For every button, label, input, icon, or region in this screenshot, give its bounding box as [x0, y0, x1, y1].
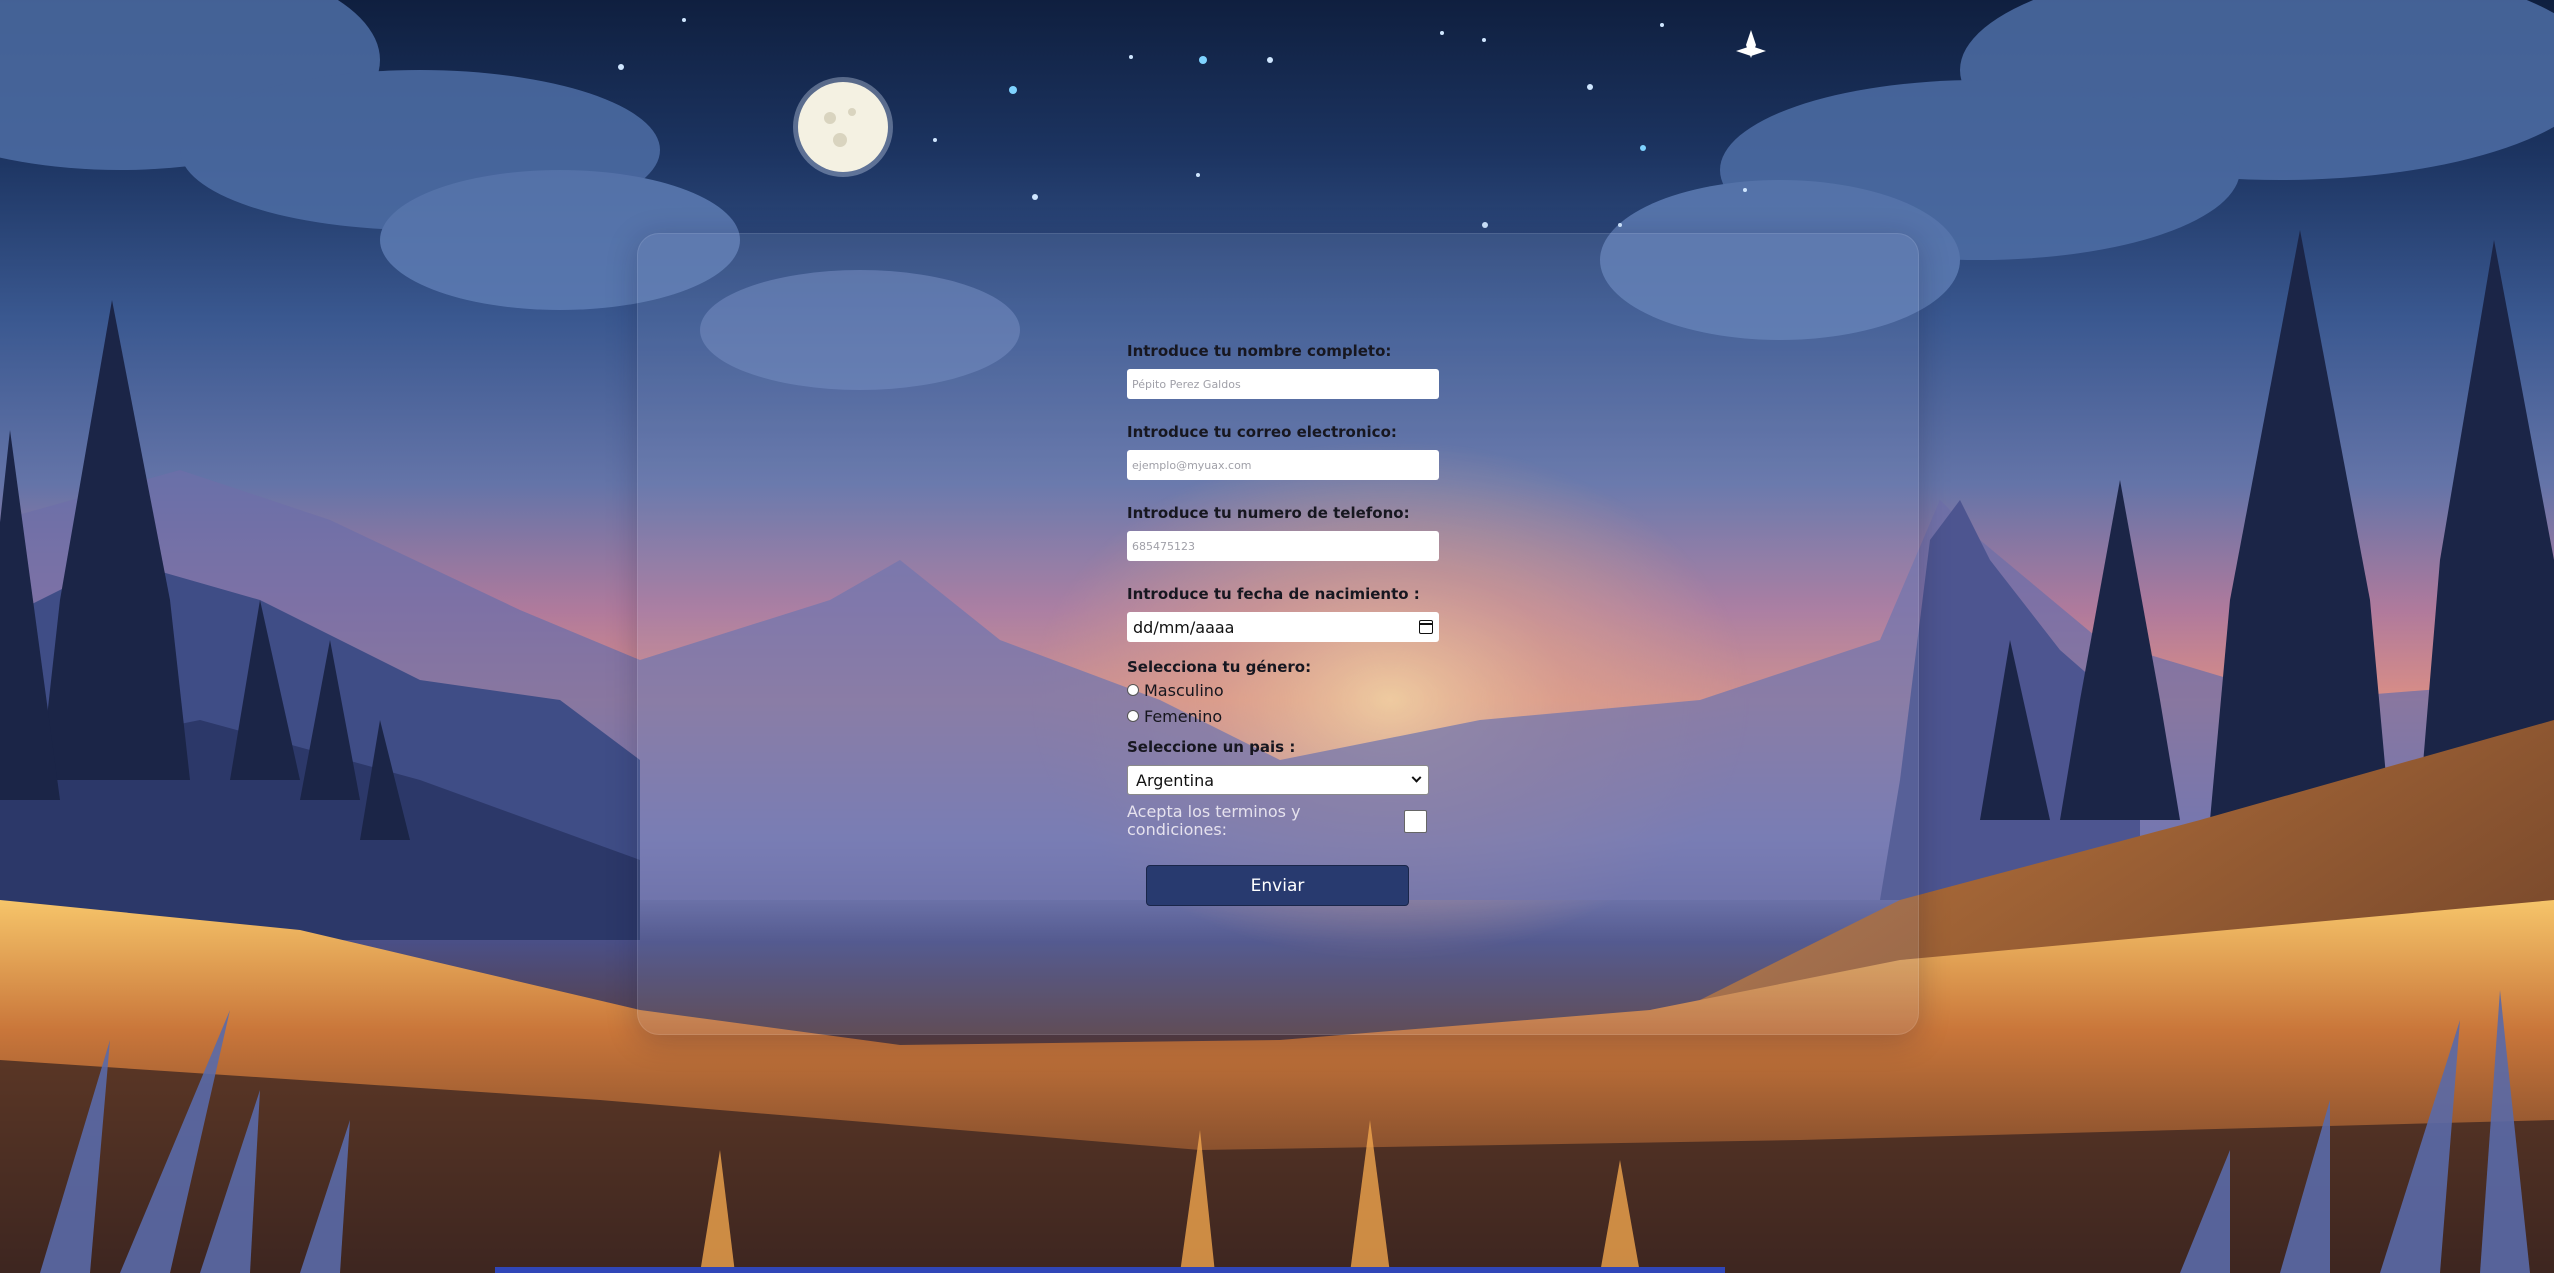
- country-selected-value: Argentina: [1136, 770, 1215, 790]
- moon: [793, 77, 893, 177]
- sparkle: [1736, 30, 1766, 58]
- phone-label: Introduce tu numero de telefono:: [1127, 504, 1410, 522]
- birthdate-value: dd/mm/aaaa: [1133, 617, 1235, 637]
- calendar-icon[interactable]: [1419, 620, 1433, 634]
- chevron-down-icon: [1411, 772, 1422, 783]
- gender-option-masculino[interactable]: Masculino: [1127, 677, 1439, 703]
- email-label: Introduce tu correo electronico:: [1127, 423, 1397, 441]
- stars: [618, 18, 1747, 228]
- terms-label: Acepta los terminos y condiciones:: [1127, 802, 1301, 839]
- bottom-accent-bar: [495, 1267, 1725, 1273]
- email-input[interactable]: [1127, 450, 1439, 480]
- birthdate-input[interactable]: dd/mm/aaaa: [1127, 612, 1439, 642]
- gender-option-label: Masculino: [1144, 680, 1224, 700]
- radio-femenino[interactable]: [1127, 710, 1139, 722]
- phone-input[interactable]: [1127, 531, 1439, 561]
- name-input[interactable]: [1127, 369, 1439, 399]
- birthdate-label: Introduce tu fecha de nacimiento :: [1127, 585, 1420, 603]
- gender-option-femenino[interactable]: Femenino: [1127, 703, 1439, 729]
- country-select[interactable]: Argentina: [1127, 765, 1429, 795]
- terms-checkbox[interactable]: [1404, 810, 1427, 833]
- submit-button[interactable]: Enviar: [1146, 865, 1409, 906]
- country-label: Seleccione un pais :: [1127, 738, 1296, 756]
- name-label: Introduce tu nombre completo:: [1127, 342, 1392, 360]
- registration-form: Introduce tu nombre completo: Introduce …: [1127, 341, 1439, 843]
- gender-label: Selecciona tu género:: [1127, 658, 1312, 676]
- radio-masculino[interactable]: [1127, 684, 1139, 696]
- gender-option-label: Femenino: [1144, 706, 1223, 726]
- terms-row: Acepta los terminos y condiciones:: [1127, 803, 1439, 843]
